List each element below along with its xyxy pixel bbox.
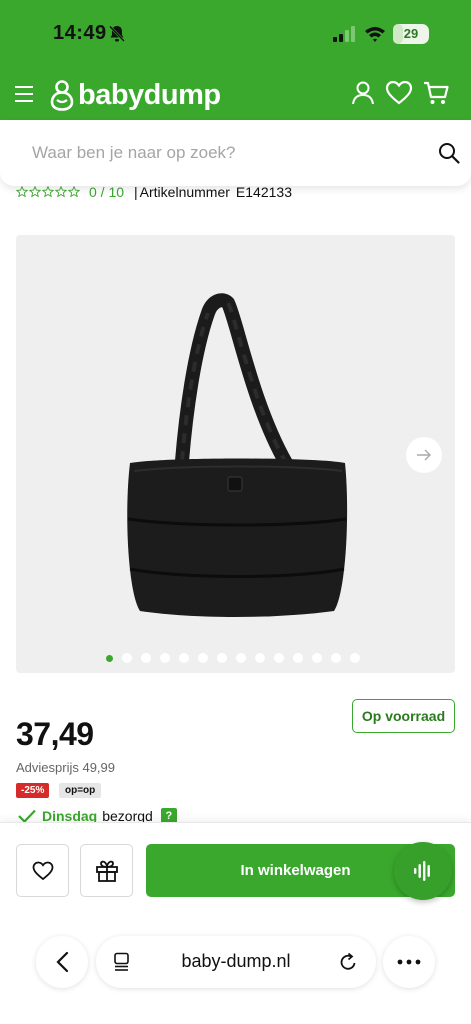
babydump-logo-icon [50, 80, 74, 111]
product-price: 37,49 [16, 716, 94, 752]
add-to-wishlist-button[interactable] [16, 844, 69, 897]
gallery-dot[interactable] [236, 653, 246, 663]
star-icon [68, 186, 80, 198]
article-separator: | [134, 184, 138, 200]
gallery-pagination [106, 653, 360, 663]
star-icon [42, 186, 54, 198]
search-bar [0, 120, 471, 186]
wishlist-heart-icon[interactable] [385, 80, 413, 106]
star-icon [55, 186, 67, 198]
search-icon[interactable] [438, 142, 460, 164]
voice-assistant-button[interactable] [394, 842, 452, 900]
cart-icon[interactable] [422, 79, 450, 107]
more-icon [397, 959, 421, 965]
article-number: E142133 [235, 184, 292, 200]
gift-wrap-button[interactable] [80, 844, 133, 897]
chevron-left-icon [56, 951, 69, 973]
status-time: 14:49 [53, 22, 107, 44]
rating-score[interactable]: 0 / 10 [89, 184, 124, 200]
browser-more-button[interactable] [383, 936, 435, 988]
header-nav: babydump [0, 70, 471, 120]
logo-text: babydump [78, 78, 221, 111]
opop-badge: op=op [59, 783, 102, 798]
gallery-dot[interactable] [312, 653, 322, 663]
advice-price: Adviesprijs 49,99 [16, 760, 115, 775]
check-icon [18, 809, 36, 823]
star-icon [16, 186, 28, 198]
battery-level: 29 [403, 26, 419, 41]
browser-url-bar[interactable]: baby-dump.nl [96, 936, 376, 988]
product-gallery[interactable] [16, 235, 455, 673]
gallery-dot[interactable] [350, 653, 360, 663]
reload-icon[interactable] [338, 952, 358, 972]
bell-muted-icon [109, 25, 125, 42]
wifi-icon [365, 27, 385, 42]
user-icon[interactable] [351, 80, 375, 106]
heart-icon [32, 861, 53, 880]
gallery-dot[interactable] [160, 653, 170, 663]
chevron-right-icon [417, 449, 431, 461]
gallery-dot[interactable] [106, 654, 113, 662]
gallery-dot[interactable] [179, 653, 189, 663]
discount-badge: -25% [16, 783, 50, 798]
status-bar: 14:49 29 [0, 0, 471, 70]
gallery-dot[interactable] [141, 653, 151, 663]
gallery-dot[interactable] [293, 653, 303, 663]
product-image-tote-bag [127, 293, 348, 617]
rating-stars[interactable] [16, 186, 80, 198]
voice-icon [414, 861, 430, 881]
menu-icon[interactable] [14, 84, 34, 104]
url-text: baby-dump.nl [181, 951, 291, 971]
star-icon [29, 186, 41, 198]
gallery-next-button[interactable] [406, 437, 442, 473]
gallery-dot[interactable] [331, 653, 341, 663]
gallery-dot[interactable] [217, 653, 227, 663]
gallery-dot[interactable] [122, 653, 132, 663]
article-label: Artikelnummer [139, 184, 230, 200]
browser-back-button[interactable] [36, 936, 88, 988]
gallery-dot[interactable] [198, 653, 208, 663]
battery-indicator: 29 [393, 24, 429, 44]
search-input[interactable] [32, 139, 412, 167]
gallery-dot[interactable] [255, 653, 265, 663]
stock-badge[interactable]: Op voorraad [352, 699, 455, 733]
signal-icon [333, 26, 355, 42]
gift-icon [95, 860, 118, 882]
babydump-logo[interactable]: babydump [50, 78, 221, 112]
gallery-dot[interactable] [274, 653, 284, 663]
